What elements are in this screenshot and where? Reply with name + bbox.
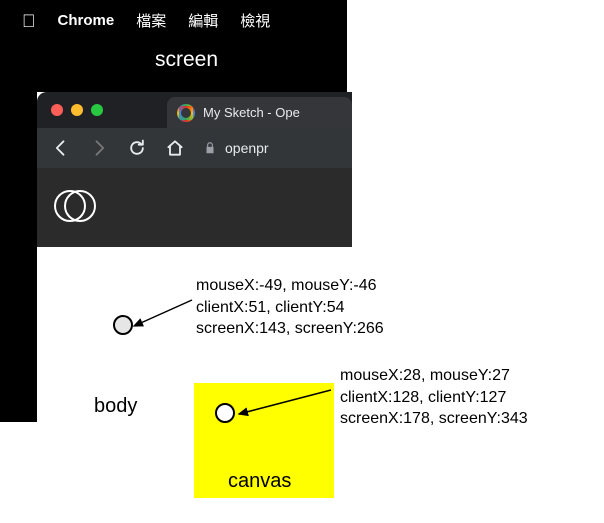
apple-logo-icon:  <box>22 12 36 30</box>
window-close-button[interactable] <box>51 104 63 116</box>
lock-icon <box>203 141 217 155</box>
browser-window: My Sketch - Ope openpr <box>37 92 352 247</box>
coords-body-mouse: mouseX:-49, mouseY:-46 <box>196 275 384 297</box>
menubar-app-name[interactable]: Chrome <box>58 12 115 29</box>
coords-canvas: mouseX:28, mouseY:27 clientX:128, client… <box>340 365 528 430</box>
body-label: body <box>94 395 137 418</box>
browser-titlebar: My Sketch - Ope <box>37 92 352 128</box>
home-icon[interactable] <box>165 138 185 158</box>
window-maximize-button[interactable] <box>91 104 103 116</box>
screen-region-side <box>0 92 37 422</box>
favicon-icon <box>177 104 195 122</box>
menubar-item-view[interactable]: 檢視 <box>240 10 270 31</box>
menubar-item-edit[interactable]: 編輯 <box>188 10 218 31</box>
coords-body: mouseX:-49, mouseY:-46 clientX:51, clien… <box>196 275 384 340</box>
window-controls <box>51 104 103 116</box>
site-logo-icon <box>53 186 97 226</box>
menubar-item-file[interactable]: 檔案 <box>136 10 166 31</box>
back-icon[interactable] <box>51 138 71 158</box>
window-minimize-button[interactable] <box>71 104 83 116</box>
address-bar[interactable]: openpr <box>203 140 269 156</box>
coords-canvas-mouse: mouseX:28, mouseY:27 <box>340 365 528 387</box>
forward-icon[interactable] <box>89 138 109 158</box>
coords-canvas-client: clientX:128, clientY:127 <box>340 387 528 409</box>
arrow-to-canvas-point <box>227 386 337 422</box>
url-host: openpr <box>225 140 269 156</box>
coords-body-client: clientX:51, clientY:54 <box>196 297 384 319</box>
screen-label: screen <box>155 48 218 72</box>
reload-icon[interactable] <box>127 138 147 158</box>
arrow-to-body-point <box>120 296 200 336</box>
browser-toolbar: openpr <box>37 128 352 168</box>
browser-tab[interactable]: My Sketch - Ope <box>167 97 352 128</box>
coords-canvas-screen: screenX:178, screenY:343 <box>340 408 528 430</box>
coords-body-screen: screenX:143, screenY:266 <box>196 318 384 340</box>
macos-menubar:  Chrome 檔案 編輯 檢視 <box>22 10 270 31</box>
tab-title: My Sketch - Ope <box>203 105 300 120</box>
canvas-label: canvas <box>228 470 291 493</box>
